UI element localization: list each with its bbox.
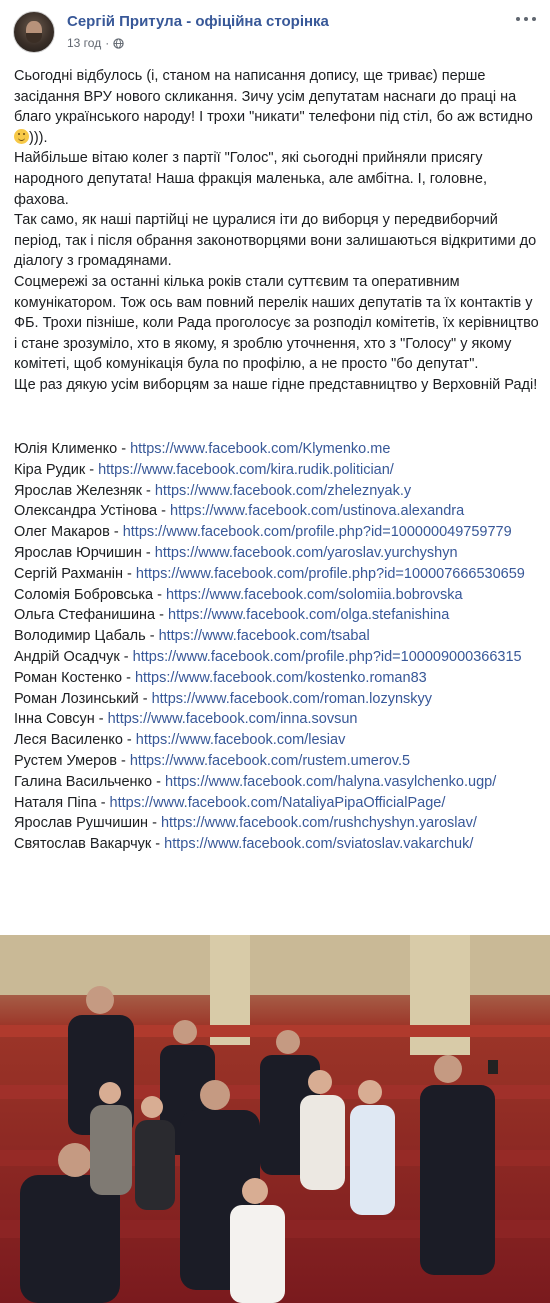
contact-link[interactable]: https://www.facebook.com/profile.php?id=… xyxy=(136,566,525,582)
contact-link[interactable]: https://www.facebook.com/tsabal xyxy=(159,628,370,644)
globe-icon xyxy=(113,37,124,49)
contact-name: Юлія Клименко - xyxy=(14,441,131,457)
contact-name: Наталя Піпа - xyxy=(14,794,110,811)
contact-name: Олег Макаров - xyxy=(14,524,123,541)
contact-link[interactable]: https://www.facebook.com/solomiia.bobrov… xyxy=(166,587,463,603)
contact-link[interactable]: https://www.facebook.com/yaroslav.yurchy… xyxy=(155,545,458,561)
contact-row: Володимир Цабаль - https://www.facebook.… xyxy=(14,626,544,647)
post-paragraph: Найбільше вітаю колег з партії "Голос", … xyxy=(14,150,487,208)
contact-link[interactable]: https://www.facebook.com/Klymenko.me xyxy=(130,441,390,457)
author-name[interactable]: Сергій Притула - офіційна сторінка xyxy=(67,13,329,30)
contact-name: Олександра Устінова - xyxy=(14,503,171,520)
contact-link[interactable]: https://www.facebook.com/inna.sovsun xyxy=(108,711,358,727)
contact-link[interactable]: https://www.facebook.com/lesiav xyxy=(136,732,346,748)
post-header: Сергій Притула - офіційна сторінка 13 го… xyxy=(0,0,550,60)
contact-row: Олег Макаров - https://www.facebook.com/… xyxy=(14,522,544,543)
contact-name: Леся Василенко - xyxy=(14,732,136,749)
post-paragraph: Соцмережі за останні кілька років стали … xyxy=(14,273,539,373)
contact-row: Андрій Осадчук - https://www.facebook.co… xyxy=(14,647,544,668)
contact-row: Юлія Клименко - https://www.facebook.com… xyxy=(14,439,544,460)
contact-name: Ярослав Юрчишин - xyxy=(14,544,155,561)
contact-row: Ярослав Юрчишин - https://www.facebook.c… xyxy=(14,543,544,564)
contact-list: Юлія Клименко - https://www.facebook.com… xyxy=(14,439,544,855)
contact-link[interactable]: https://www.facebook.com/zheleznyak.y xyxy=(155,483,411,499)
contact-name: Кіра Рудик - xyxy=(14,461,99,478)
contact-name: Соломія Бобровська - xyxy=(14,586,166,603)
contact-row: Рустем Умеров - https://www.facebook.com… xyxy=(14,751,544,772)
contact-name: Володимир Цабаль - xyxy=(14,628,159,645)
contact-link[interactable]: https://www.facebook.com/profile.php?id=… xyxy=(133,649,522,665)
meta-separator: · xyxy=(105,36,110,50)
contact-link[interactable]: https://www.facebook.com/halyna.vasylche… xyxy=(165,774,496,790)
contact-link[interactable]: https://www.facebook.com/rushchyshyn.yar… xyxy=(161,815,477,831)
contact-link[interactable]: https://www.facebook.com/olga.stefanishi… xyxy=(168,607,449,623)
contact-name: Рустем Умеров - xyxy=(14,752,130,769)
contact-name: Сергій Рахманін - xyxy=(14,565,136,582)
contact-row: Олександра Устінова - https://www.facebo… xyxy=(14,501,544,522)
contact-row: Ярослав Железняк - https://www.facebook.… xyxy=(14,481,544,502)
contact-row: Леся Василенко - https://www.facebook.co… xyxy=(14,730,544,751)
parliament-photo-image xyxy=(0,935,550,1303)
post-paragraph: Так само, як наші партійці не цуралися і… xyxy=(14,212,537,270)
post-photo[interactable] xyxy=(0,935,550,1303)
author-avatar[interactable] xyxy=(13,11,55,53)
contact-link[interactable]: https://www.facebook.com/kostenko.roman8… xyxy=(135,670,427,686)
contact-link[interactable]: https://www.facebook.com/profile.php?id=… xyxy=(123,524,512,540)
post-timestamp[interactable]: 13 год xyxy=(67,36,101,50)
contact-name: Галина Васильченко - xyxy=(14,773,165,790)
contact-name: Ярослав Железняк - xyxy=(14,482,155,499)
contact-name: Роман Лозинський - xyxy=(14,690,152,707)
contact-row: Ярослав Рушчишин - https://www.facebook.… xyxy=(14,813,544,834)
contact-row: Роман Лозинський - https://www.facebook.… xyxy=(14,689,544,710)
contact-row: Сергій Рахманін - https://www.facebook.c… xyxy=(14,564,544,585)
contact-name: Роман Костенко - xyxy=(14,669,135,686)
post-paragraph: Сьогодні відбулось (і, станом на написан… xyxy=(14,68,533,146)
contact-name: Ярослав Рушчишин - xyxy=(14,815,161,832)
contact-link[interactable]: https://www.facebook.com/kira.rudik.poli… xyxy=(98,462,394,478)
contact-row: Святослав Вакарчук - https://www.faceboo… xyxy=(14,834,544,855)
contact-name: Ольга Стефанишина - xyxy=(14,607,168,624)
post-paragraph: Ще раз дякую усім виборцям за наше гідне… xyxy=(14,376,538,393)
contact-name: Андрій Осадчук - xyxy=(14,648,133,665)
post-body: Сьогодні відбулось (і, станом на написан… xyxy=(14,66,539,396)
contact-row: Наталя Піпа - https://www.facebook.com/N… xyxy=(14,793,544,814)
contact-link[interactable]: https://www.facebook.com/roman.lozynskyy xyxy=(152,691,432,707)
smiley-emoji-icon xyxy=(14,128,29,144)
contact-row: Галина Васильченко - https://www.faceboo… xyxy=(14,772,544,793)
contact-row: Роман Костенко - https://www.facebook.co… xyxy=(14,668,544,689)
contact-link[interactable]: https://www.facebook.com/NataliyaPipaOff… xyxy=(110,795,446,811)
contact-row: Кіра Рудик - https://www.facebook.com/ki… xyxy=(14,460,544,481)
contact-row: Інна Совсун - https://www.facebook.com/i… xyxy=(14,709,544,730)
contact-row: Соломія Бобровська - https://www.faceboo… xyxy=(14,585,544,606)
more-options-icon[interactable] xyxy=(516,14,538,24)
contact-name: Святослав Вакарчук - xyxy=(14,836,165,853)
contact-link[interactable]: https://www.facebook.com/sviatoslav.vaka… xyxy=(164,836,473,852)
post-meta: 13 год · xyxy=(67,36,124,50)
contact-row: Ольга Стефанишина - https://www.facebook… xyxy=(14,605,544,626)
contact-link[interactable]: https://www.facebook.com/rustem.umerov.5 xyxy=(130,753,410,769)
contact-name: Інна Совсун - xyxy=(14,711,108,728)
contact-link[interactable]: https://www.facebook.com/ustinova.alexan… xyxy=(170,503,464,519)
